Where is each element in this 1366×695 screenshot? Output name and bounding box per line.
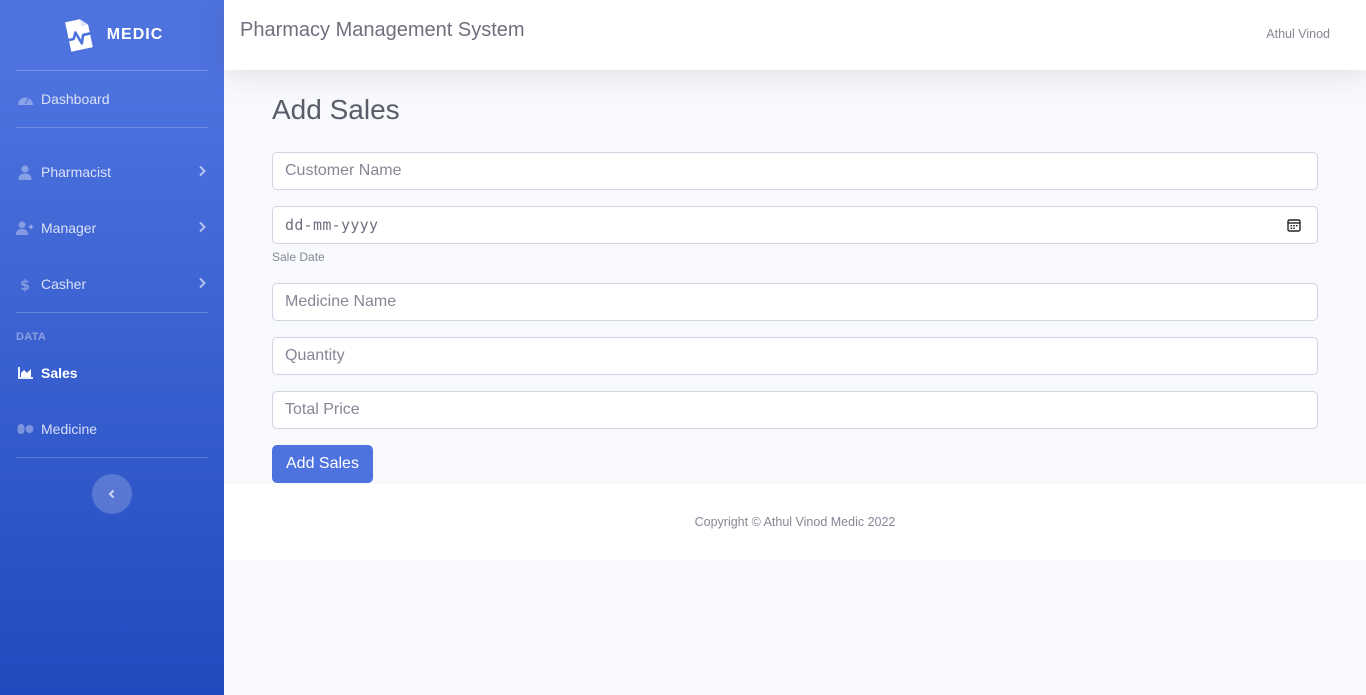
svg-text:$: $: [20, 278, 30, 292]
sidebar-item-label: Casher: [41, 276, 87, 292]
pills-icon: [16, 421, 34, 437]
sidebar-item-dashboard[interactable]: Dashboard: [0, 71, 224, 127]
main-content: Add Sales Sale Date Add Sales: [272, 70, 1318, 483]
brand-name: MEDIC: [106, 26, 164, 43]
sale-date-help-text: Sale Date: [272, 250, 325, 264]
footer: Copyright © Athul Vinod Medic 2022: [224, 484, 1366, 560]
user-menu[interactable]: Athul Vinod: [1266, 27, 1330, 41]
medicine-name-field-wrapper: [272, 283, 1318, 321]
chevron-right-icon: [198, 220, 206, 236]
quantity-field-wrapper: [272, 337, 1318, 375]
sale-date-field-wrapper: [272, 206, 1318, 244]
sidebar-item-label: Medicine: [41, 421, 98, 437]
total-price-input[interactable]: [285, 401, 1305, 419]
customer-name-field-wrapper: [272, 152, 1318, 190]
sidebar-toggle-button[interactable]: [92, 474, 132, 514]
sidebar: MEDIC Dashboard Pharmacist Manager $ Cas…: [0, 0, 224, 695]
medicine-name-input[interactable]: [285, 293, 1305, 311]
sale-date-input[interactable]: [285, 216, 1305, 234]
dollar-icon: $: [16, 276, 34, 292]
sidebar-heading: DATA: [16, 331, 47, 343]
add-sales-button[interactable]: Add Sales: [272, 445, 373, 483]
chevron-right-icon: [198, 164, 206, 180]
chevron-left-icon: [108, 489, 115, 499]
sidebar-item-label: Manager: [41, 220, 97, 236]
total-price-field-wrapper: [272, 391, 1318, 429]
sidebar-item-label: Dashboard: [41, 91, 110, 107]
medic-logo-icon: [64, 19, 93, 52]
customer-name-input[interactable]: [285, 162, 1305, 180]
sidebar-item-casher[interactable]: $ Casher: [0, 256, 224, 312]
calendar-icon[interactable]: [1287, 218, 1301, 237]
brand[interactable]: MEDIC: [0, 0, 224, 70]
area-chart-icon: [16, 365, 34, 381]
quantity-input[interactable]: [285, 347, 1305, 365]
tachometer-icon: [16, 91, 34, 107]
user-icon: [16, 164, 34, 180]
topbar-title: Pharmacy Management System: [240, 19, 525, 41]
copyright-text: Copyright © Athul Vinod Medic 2022: [694, 515, 896, 529]
sidebar-item-medicine[interactable]: Medicine: [0, 401, 224, 457]
sidebar-item-label: Pharmacist: [41, 164, 112, 180]
sidebar-item-manager[interactable]: Manager: [0, 200, 224, 256]
sidebar-item-pharmacist[interactable]: Pharmacist: [0, 144, 224, 200]
chevron-right-icon: [198, 276, 206, 292]
user-plus-icon: [16, 220, 34, 236]
topbar: Pharmacy Management System Athul Vinod: [224, 0, 1366, 70]
page-title: Add Sales: [272, 94, 400, 125]
sidebar-item-label: Sales: [41, 365, 78, 381]
sidebar-item-sales[interactable]: Sales: [0, 345, 224, 401]
